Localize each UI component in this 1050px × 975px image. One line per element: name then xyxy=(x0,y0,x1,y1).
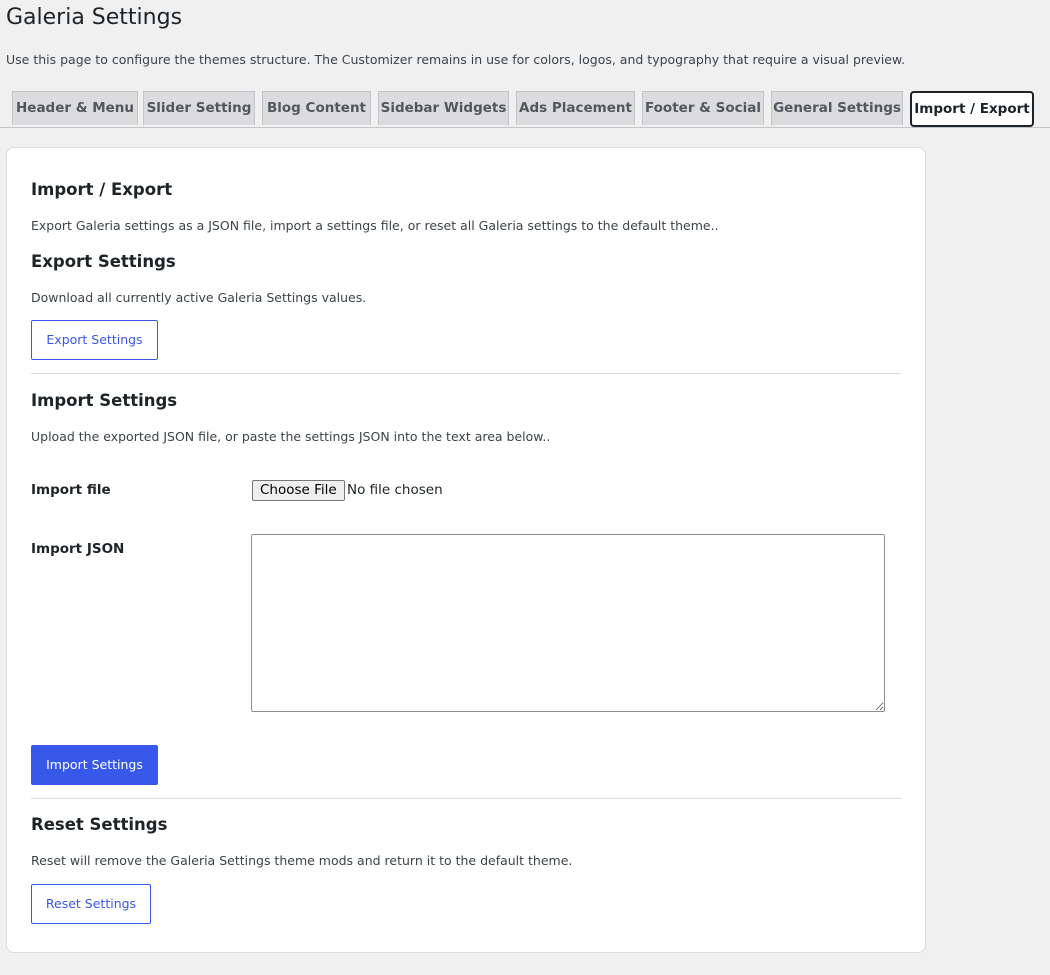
divider xyxy=(31,798,901,799)
export-title: Export Settings xyxy=(31,252,176,271)
file-status: No file chosen xyxy=(347,482,443,498)
reset-settings-button[interactable]: Reset Settings xyxy=(31,884,151,924)
page-description: Use this page to configure the themes st… xyxy=(6,52,906,67)
export-description: Download all currently active Galeria Se… xyxy=(31,290,367,305)
export-settings-button[interactable]: Export Settings xyxy=(31,320,158,360)
tab-import-export[interactable]: Import / Export xyxy=(910,91,1034,127)
import-file-label: Import file xyxy=(31,482,111,498)
reset-description: Reset will remove the Galeria Settings t… xyxy=(31,853,573,868)
import-json-textarea[interactable] xyxy=(251,534,885,712)
tab-ads-placement[interactable]: Ads Placement xyxy=(516,91,635,125)
choose-file-button[interactable]: Choose File xyxy=(252,480,345,501)
section-description: Export Galeria settings as a JSON file, … xyxy=(31,218,719,233)
divider xyxy=(31,373,901,374)
reset-title: Reset Settings xyxy=(31,815,168,834)
tab-slider-setting[interactable]: Slider Setting xyxy=(143,91,255,125)
tab-sidebar-widgets[interactable]: Sidebar Widgets xyxy=(378,91,509,125)
page-title: Galeria Settings xyxy=(6,5,183,30)
tab-header-menu[interactable]: Header & Menu xyxy=(12,91,138,125)
import-description: Upload the exported JSON file, or paste … xyxy=(31,429,551,444)
settings-card: Import / Export Export Galeria settings … xyxy=(6,147,926,953)
import-json-label: Import JSON xyxy=(31,541,125,557)
import-settings-button[interactable]: Import Settings xyxy=(31,745,158,785)
section-title: Import / Export xyxy=(31,180,173,199)
tab-footer-social[interactable]: Footer & Social xyxy=(642,91,764,125)
tab-blog-content[interactable]: Blog Content xyxy=(262,91,371,125)
settings-tabs: Header & Menu Slider Setting Blog Conten… xyxy=(0,91,1050,128)
tab-general-settings[interactable]: General Settings xyxy=(771,91,903,125)
import-title: Import Settings xyxy=(31,391,178,410)
